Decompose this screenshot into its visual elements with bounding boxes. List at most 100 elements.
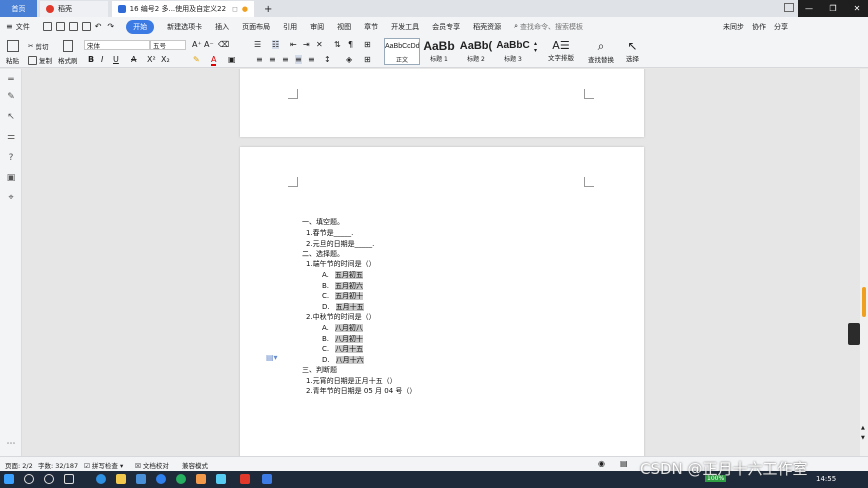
menu-file[interactable]: 文件 (16, 22, 30, 32)
superscript-button[interactable]: X² (147, 55, 156, 64)
tab-home[interactable]: 首页 (0, 0, 37, 17)
menu-developer[interactable]: 开发工具 (391, 22, 419, 32)
menu-references[interactable]: 引用 (283, 22, 297, 32)
help-icon[interactable]: ? (6, 153, 16, 163)
doc-line[interactable]: 1.春节是_____. (306, 228, 353, 238)
location-icon[interactable]: ⌖ (6, 193, 16, 203)
option-line[interactable]: D. 五月十五 (322, 302, 364, 312)
doc-line[interactable]: 1.端午节的时间是（） (306, 259, 376, 269)
doc-line[interactable]: 三、判断题 (302, 365, 337, 375)
writer-taskbar-icon[interactable] (262, 474, 272, 484)
clock[interactable]: 14:55 (816, 475, 836, 483)
align-right-icon[interactable]: ≡ (282, 55, 289, 64)
cloud-app-icon[interactable] (216, 474, 226, 484)
view-page-icon[interactable]: ▤ (620, 459, 628, 468)
styles-scroll-icon[interactable]: ▴ ▾ (534, 40, 537, 54)
find-replace-button[interactable]: ⌕ 查找替换 (588, 39, 614, 64)
line-spacing-icon[interactable]: ↕ (324, 55, 331, 64)
edge-icon[interactable] (96, 474, 106, 484)
select-button[interactable]: ↖ 选择 (626, 39, 639, 63)
pen-icon[interactable]: ✎ (6, 92, 16, 102)
menu-new-tab[interactable]: 新建选项卡 (167, 22, 202, 32)
chinese-layout-icon[interactable]: ✕ (316, 40, 323, 49)
menu-page-layout[interactable]: 页面布局 (242, 22, 270, 32)
paste-button[interactable]: 粘贴 (6, 40, 19, 65)
table-tools-icon[interactable]: ⊞ (364, 40, 371, 49)
scroll-thumb[interactable] (862, 287, 866, 317)
sort-icon[interactable]: ⇅ (334, 40, 341, 49)
print-preview-icon[interactable] (81, 22, 91, 31)
subscript-button[interactable]: X₂ (161, 55, 170, 64)
doc-line[interactable]: 2.青年节的日期是 05 月 04 号（） (306, 386, 416, 396)
more-icon[interactable]: ⋯ (6, 439, 16, 449)
share-button[interactable]: 分享 (774, 22, 788, 32)
spellcheck-button[interactable]: ☑ 拼写检查 ▾ (84, 460, 123, 470)
scroll-down-icon[interactable]: ▼ (861, 435, 865, 441)
align-left-icon[interactable]: ≡ (256, 55, 263, 64)
doc-line[interactable]: 2.元旦的日期是_____. (306, 239, 374, 249)
style-normal[interactable]: AaBbCcDd 正文 (384, 38, 420, 65)
scroll-up-icon[interactable]: ▲ (861, 425, 865, 431)
browser-icon[interactable] (156, 474, 166, 484)
word-count[interactable]: 字数: 32/187 (38, 460, 78, 470)
underline-button[interactable]: U (113, 55, 119, 64)
style-heading1[interactable]: AaBb 标题 1 (421, 38, 457, 65)
bullet-list-icon[interactable]: ☰ (254, 40, 261, 49)
proofread-button[interactable]: ☒ 文档校对 (135, 460, 169, 470)
image-icon[interactable]: ▣ (6, 173, 16, 183)
save-icon[interactable] (42, 22, 52, 31)
font-name-select[interactable]: 宋体 (84, 40, 150, 50)
menu-review[interactable]: 审阅 (310, 22, 324, 32)
adjust-icon[interactable]: ⚌ (6, 132, 16, 142)
borders-icon[interactable]: ⊞ (364, 55, 371, 64)
orange-app-icon[interactable] (196, 474, 206, 484)
option-line[interactable]: C. 八月十五 (322, 344, 364, 354)
mail-icon[interactable] (136, 474, 146, 484)
vertical-scrollbar[interactable]: ▲ ▼ (860, 69, 868, 456)
cut-button[interactable]: ✂ 剪切 (28, 41, 48, 51)
doc-line[interactable]: 一、填空题。 (302, 217, 344, 227)
text-layout-button[interactable]: A☰ 文字排版 (548, 39, 574, 62)
shading-icon[interactable]: ◈ (346, 55, 352, 64)
menu-member[interactable]: 会员专享 (432, 22, 460, 32)
menu-insert[interactable]: 插入 (215, 22, 229, 32)
italic-button[interactable]: I (101, 55, 103, 64)
collaborate-button[interactable]: 协作 (752, 22, 766, 32)
search-icon[interactable] (24, 474, 34, 484)
start-icon[interactable] (4, 474, 14, 484)
green-app-icon[interactable] (176, 474, 186, 484)
option-line[interactable]: B. 五月初六 (322, 281, 364, 291)
shrink-font-button[interactable]: A⁻ (204, 40, 214, 49)
menu-view[interactable]: 视图 (337, 22, 351, 32)
tab-document[interactable]: 16 编号2 多...使用及自定义22 ◻ ● (112, 1, 254, 17)
grow-font-button[interactable]: A⁺ (192, 40, 202, 49)
char-border-icon[interactable]: ▣ (228, 55, 236, 64)
page-2[interactable]: 一、填空题。 1.春节是_____. 2.元旦的日期是_____. 二、选择题。… (240, 147, 644, 456)
menu-start[interactable]: 开始 (126, 19, 155, 34)
paragraph-options-icon[interactable]: ▤▾ (266, 353, 278, 362)
clear-format-icon[interactable]: ⌫ (218, 40, 229, 49)
export-pdf-icon[interactable] (55, 22, 65, 31)
wps-icon[interactable] (240, 474, 250, 484)
menu-daoke-resources[interactable]: 稻壳资源 (473, 22, 501, 32)
doc-line[interactable]: 1.元宵的日期是正月十五（） (306, 376, 397, 386)
format-painter-button[interactable]: 格式刷 (58, 40, 78, 65)
redo-icon[interactable]: ↷ (107, 22, 114, 31)
sync-status[interactable]: 未同步 (723, 22, 744, 32)
doc-line[interactable]: 2.中秋节的时间是（） (306, 312, 376, 322)
cortana-icon[interactable] (44, 474, 54, 484)
page-indicator[interactable]: 页面: 2/2 (5, 460, 33, 470)
distributed-icon[interactable]: ≡ (308, 55, 315, 64)
option-line[interactable]: D. 八月十六 (322, 355, 364, 365)
copy-button[interactable]: 复制 (28, 55, 52, 65)
indent-icon[interactable]: ⇥ (303, 40, 310, 49)
doc-line[interactable]: 二、选择题。 (302, 249, 344, 259)
close-tab-icon[interactable]: ◻ (232, 5, 238, 13)
menu-chapter[interactable]: 章节 (364, 22, 378, 32)
folder-icon[interactable] (116, 474, 126, 484)
option-line[interactable]: A. 五月初五 (322, 270, 363, 280)
hamburger-icon[interactable]: ≡ (6, 22, 13, 31)
style-heading3[interactable]: AaBbC 标题 3 (495, 38, 531, 65)
justify-icon[interactable]: ≡ (295, 55, 302, 64)
task-view-icon[interactable] (64, 474, 74, 484)
